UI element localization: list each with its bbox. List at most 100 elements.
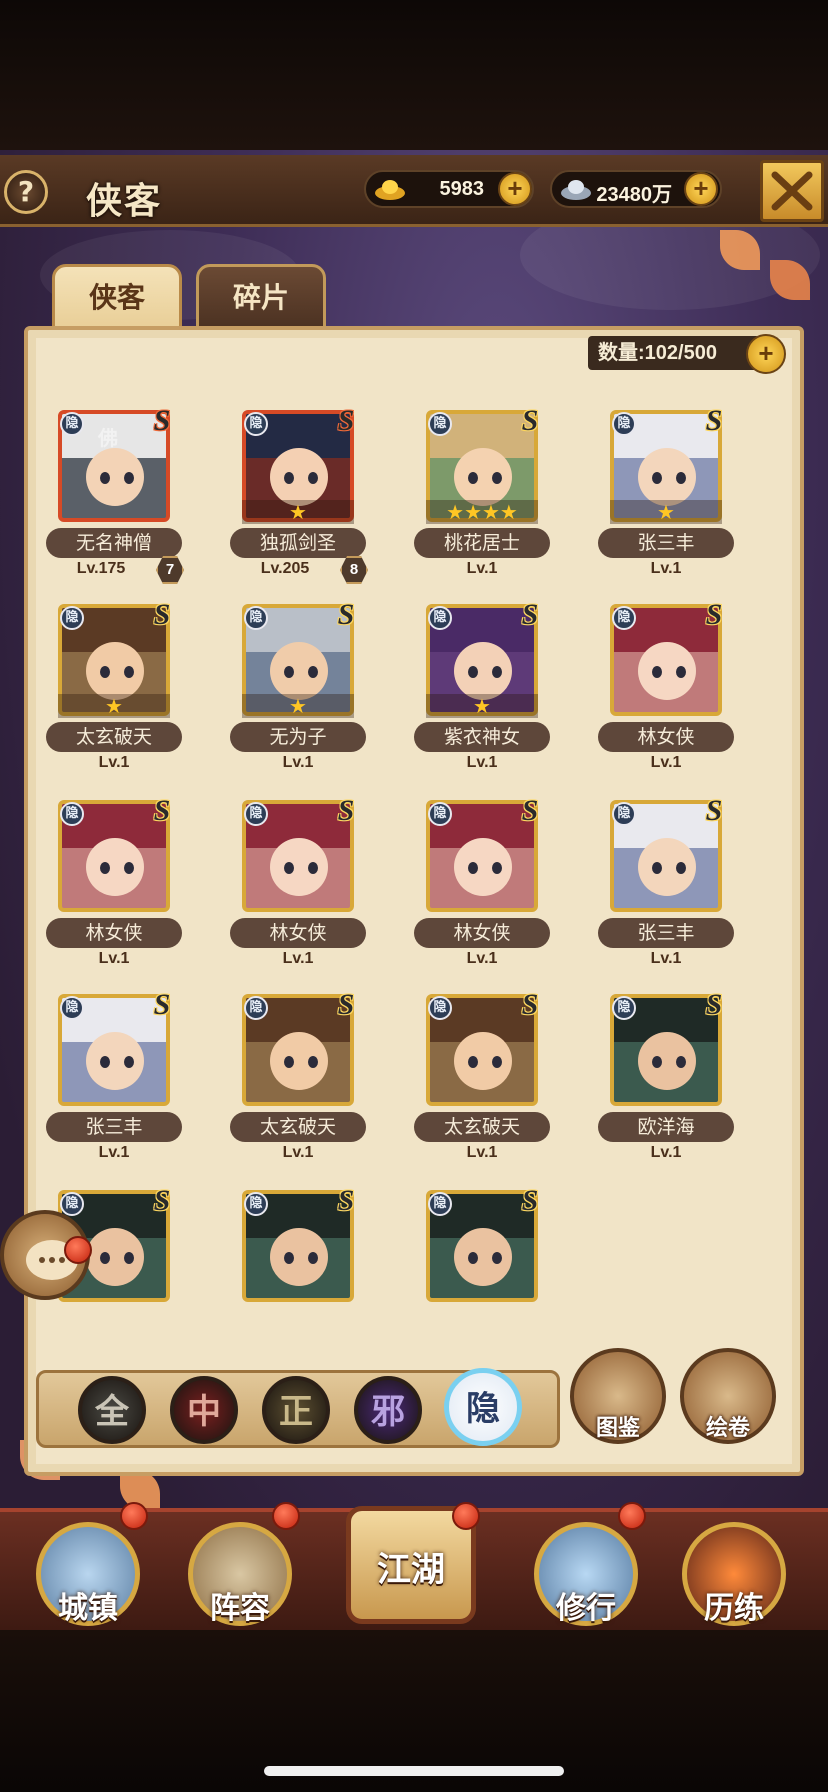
hero-stars: ★: [610, 500, 722, 524]
hero-card[interactable]: 隐 S 林女侠 Lv.1: [24, 794, 184, 990]
hero-level: Lv.1: [466, 560, 498, 577]
hero-face: [638, 838, 696, 896]
hero-card[interactable]: ★★★★ 隐 S 桃花居士 Lv.1: [392, 404, 552, 600]
hero-eye: [100, 472, 110, 484]
home-indicator[interactable]: [264, 1766, 564, 1776]
hero-eye: [100, 666, 110, 678]
nav-lineup-button[interactable]: 阵容: [188, 1522, 292, 1626]
hero-card[interactable]: 隐 S 林女侠 Lv.1: [576, 598, 736, 794]
hero-card[interactable]: 隐 S 太玄破天 Lv.1: [208, 988, 368, 1184]
hero-face: [638, 642, 696, 700]
rarity-s-badge: S: [337, 1184, 355, 1217]
tab-fragments[interactable]: 碎片: [196, 264, 326, 330]
hero-card[interactable]: ★ 隐 S 紫衣神女 Lv.1: [392, 598, 552, 794]
hero-eye: [676, 472, 686, 484]
codex-label: 图鉴: [595, 1416, 640, 1441]
hero-eye: [492, 1056, 502, 1068]
add-silver-button[interactable]: +: [684, 172, 718, 206]
hidden-faction-badge: 隐: [612, 412, 636, 436]
hero-eye: [100, 1252, 110, 1264]
nav-jianghu-label: 江湖: [377, 1550, 445, 1590]
hero-level: Lv.1: [282, 1144, 314, 1161]
hero-face: [270, 1032, 328, 1090]
hero-eye: [652, 666, 662, 678]
rarity-s-badge: S: [153, 1184, 171, 1217]
hero-eye: [284, 1252, 294, 1264]
tab-heroes[interactable]: 侠客: [52, 264, 182, 330]
hero-name: 独孤剑圣: [230, 528, 366, 558]
hero-face: [270, 448, 328, 506]
hero-card[interactable]: ★ 隐 S 无为子 Lv.1: [208, 598, 368, 794]
hero-level: Lv.1: [466, 1144, 498, 1161]
hero-card[interactable]: 隐 S 张三丰 Lv.1: [576, 794, 736, 990]
expand-capacity-button[interactable]: +: [746, 334, 786, 374]
filter-2-button[interactable]: 正: [262, 1376, 330, 1444]
hero-card[interactable]: 隐S: [208, 1184, 368, 1308]
nav-training-button[interactable]: 修行: [534, 1522, 638, 1626]
hero-eye: [492, 1252, 502, 1264]
hero-card[interactable]: 隐 S 林女侠 Lv.1: [392, 794, 552, 990]
hero-face: [454, 642, 512, 700]
hero-name: 无名神僧: [46, 528, 182, 558]
hero-name: 紫衣神女: [414, 722, 550, 752]
gold-ingot-icon: [375, 180, 405, 200]
hero-name: 张三丰: [598, 528, 734, 558]
hidden-faction-badge: 隐: [612, 606, 636, 630]
hero-card[interactable]: 隐S: [392, 1184, 552, 1308]
hero-name: 太玄破天: [414, 1112, 550, 1142]
hero-card[interactable]: 隐 S 欧洋海 Lv.1: [576, 988, 736, 1184]
filter-1-button[interactable]: 中: [170, 1376, 238, 1444]
filter-3-button[interactable]: 邪: [354, 1376, 422, 1444]
hero-level: Lv.205: [260, 560, 310, 577]
hero-level: Lv.1: [650, 754, 682, 771]
filter-0-button[interactable]: 全: [78, 1376, 146, 1444]
hero-stars: ★: [242, 694, 354, 718]
hero-card[interactable]: ★ 隐 S 张三丰 Lv.1: [576, 404, 736, 600]
hero-eye: [124, 666, 134, 678]
hero-card[interactable]: 隐 S 张三丰 Lv.1: [24, 988, 184, 1184]
hero-eye: [308, 1056, 318, 1068]
filter-4-button[interactable]: 隐: [444, 1368, 522, 1446]
hero-eye: [284, 1056, 294, 1068]
hero-card[interactable]: 佛隐 S 无名神僧 Lv.175 7: [24, 404, 184, 600]
hero-card[interactable]: 隐 S 太玄破天 Lv.1: [392, 988, 552, 1184]
hero-face: [638, 448, 696, 506]
rarity-s-badge: S: [521, 794, 539, 827]
hero-face: [86, 448, 144, 506]
hero-stars: ★: [426, 694, 538, 718]
hero-card[interactable]: 隐 S 林女侠 Lv.1: [208, 794, 368, 990]
hero-eye: [492, 472, 502, 484]
hero-eye: [100, 1056, 110, 1068]
hero-eye: [492, 666, 502, 678]
hidden-faction-badge: 隐: [60, 412, 84, 436]
hero-eye: [124, 472, 134, 484]
hero-eye: [676, 1056, 686, 1068]
hero-card[interactable]: ★ 隐 S 独孤剑圣 Lv.205 8: [208, 404, 368, 600]
hidden-faction-badge: 隐: [428, 1192, 452, 1216]
hero-name: 无为子: [230, 722, 366, 752]
rarity-s-badge: S: [705, 988, 723, 1021]
hero-face: [638, 1032, 696, 1090]
hero-face: [454, 838, 512, 896]
hero-level: Lv.1: [466, 754, 498, 771]
hero-name: 林女侠: [46, 918, 182, 948]
hero-card[interactable]: ★ 隐 S 太玄破天 Lv.1: [24, 598, 184, 794]
rarity-s-badge: S: [521, 988, 539, 1021]
close-button[interactable]: [760, 160, 824, 222]
hero-stars: ★: [242, 500, 354, 524]
add-gold-button[interactable]: +: [498, 172, 532, 206]
hero-name: 桃花居士: [414, 528, 550, 558]
scroll-button[interactable]: 绘卷: [680, 1348, 776, 1444]
hero-face: [270, 838, 328, 896]
help-button[interactable]: ?: [4, 170, 48, 214]
portrait-headband-text: 佛: [98, 426, 118, 450]
nav-town-button[interactable]: 城镇: [36, 1522, 140, 1626]
nav-trials-button[interactable]: 历练: [682, 1522, 786, 1626]
rarity-s-badge: S: [153, 988, 171, 1021]
hero-level: Lv.1: [98, 1144, 130, 1161]
chat-notification-dot: [64, 1236, 92, 1264]
codex-button[interactable]: 图鉴: [570, 1348, 666, 1444]
nav-lineup-label: 阵容: [210, 1591, 270, 1626]
silver-amount: 23480万: [596, 184, 672, 206]
hidden-faction-badge: 隐: [612, 996, 636, 1020]
